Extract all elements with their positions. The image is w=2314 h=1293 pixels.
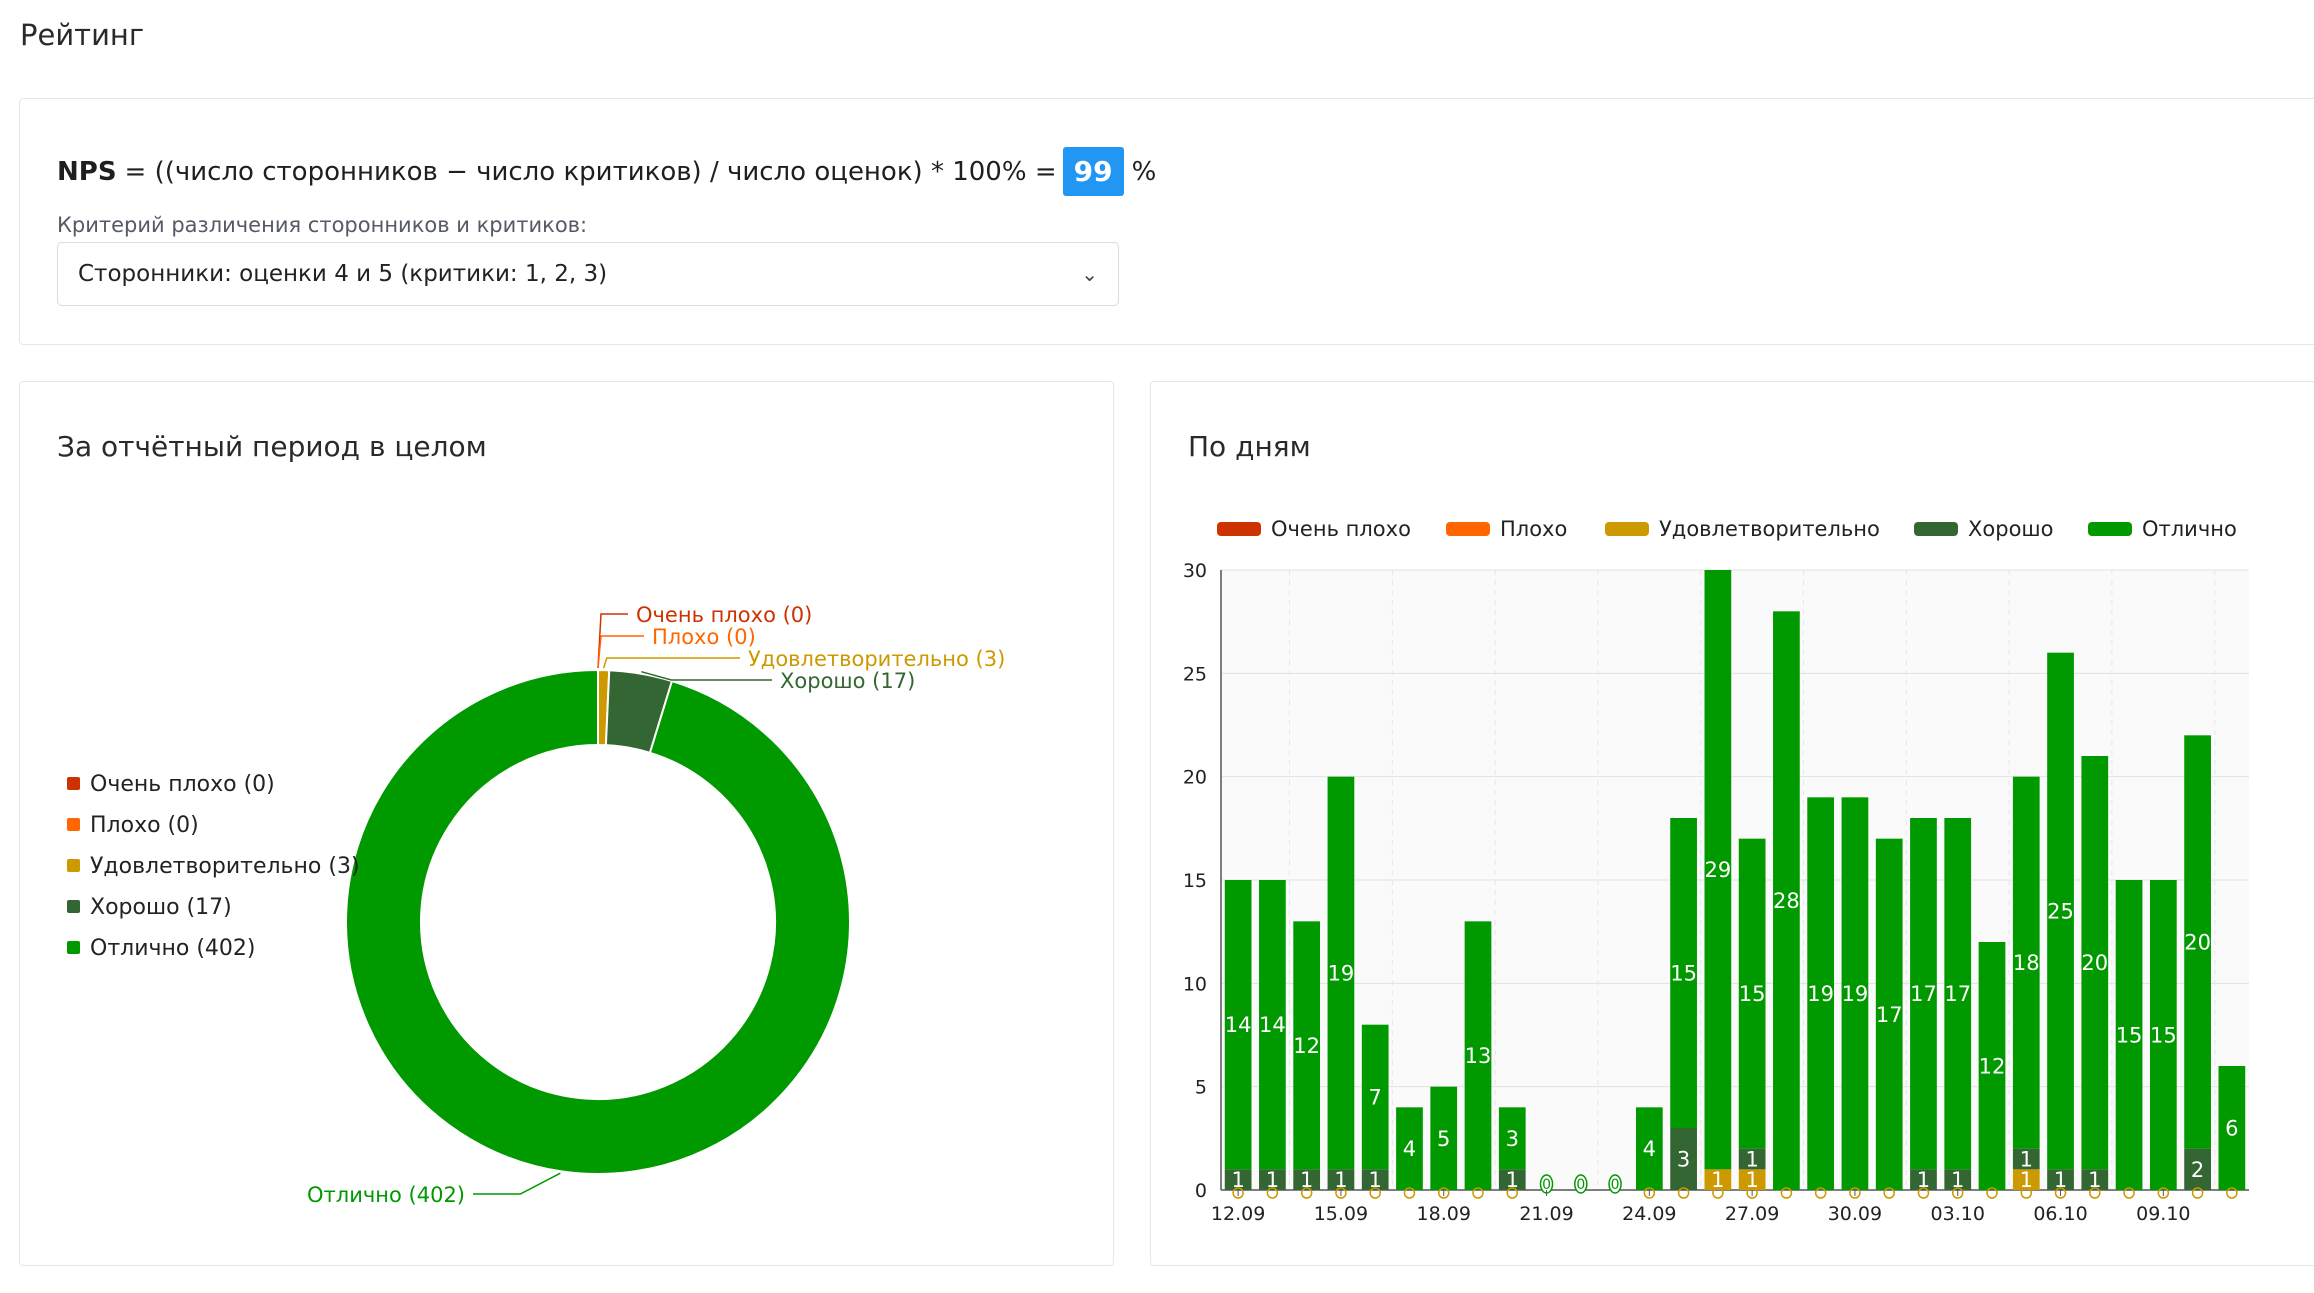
x-tick-label: 21.09 <box>1519 1203 1573 1225</box>
bar-value-label: 3 <box>1506 1127 1519 1151</box>
pie-callout-label: Хорошо (17) <box>780 669 915 693</box>
pie-slice-отлично[interactable] <box>345 668 851 1175</box>
criterion-label: Критерий различения сторонников и критик… <box>57 213 588 237</box>
bar-value-label: 5 <box>1437 1127 1450 1151</box>
legend-item-очень-плохо[interactable]: Очень плохо (0) <box>90 772 275 797</box>
chevron-down-icon: ⌄ <box>1081 262 1098 286</box>
y-tick-label: 25 <box>1183 663 1207 685</box>
bar-value-label: 6 <box>2225 1117 2238 1141</box>
pie-callout-label: Удовлетворительно (3) <box>748 647 1005 671</box>
legend-swatch <box>67 900 80 913</box>
legend-item-удовлетворительно[interactable]: Удовлетворительно (3) <box>90 854 360 879</box>
bar-value-label: 1 <box>1745 1148 1758 1172</box>
bar-value-label: 29 <box>1704 858 1731 882</box>
nps-formula-line: NPS = ((число сторонников − число критик… <box>57 147 1156 196</box>
criterion-select-value: Сторонники: оценки 4 и 5 (критики: 1, 2,… <box>78 261 608 287</box>
legend-swatch <box>67 859 80 872</box>
bar-value-label: 12 <box>1293 1034 1320 1058</box>
legend-item-отлично[interactable]: Отлично (402) <box>90 936 255 961</box>
bar-value-label: 13 <box>1465 1044 1492 1068</box>
bar-value-label: 17 <box>1876 1003 1903 1027</box>
bar-value-label: 15 <box>2116 1024 2143 1048</box>
legend-swatch <box>1605 522 1649 536</box>
nps-value-badge: 99 <box>1062 147 1124 196</box>
x-tick-label: 18.09 <box>1417 1203 1471 1225</box>
legend-swatch <box>2088 522 2132 536</box>
pie-callout-label: Плохо (0) <box>652 625 756 649</box>
pie-callout-label: Очень плохо (0) <box>636 603 812 627</box>
bar-value-label: 17 <box>1910 982 1937 1006</box>
legend-item-плохо[interactable]: Плохо <box>1500 517 1567 541</box>
bar-value-label: 12 <box>1979 1055 2006 1079</box>
bar-value-label: 2 <box>2191 1158 2204 1182</box>
donut-chart: Очень плохо (0)Плохо (0)Удовлетворительн… <box>67 603 1005 1207</box>
legend-swatch <box>67 777 80 790</box>
daily-card: По дням 0 5 10 15 20 25 30 1 14 1 14 1 12 1 19 1 7 4 5 13 1 3… <box>1150 381 2314 1266</box>
daily-stacked-bar-chart: 051015202530114114112119174 513130 0 04 3151… <box>1183 517 2249 1225</box>
legend-item-хорошо[interactable]: Хорошо <box>1968 517 2053 541</box>
nps-label: NPS <box>57 156 117 187</box>
bar-value-label: 25 <box>2047 900 2074 924</box>
bar-value-label: 15 <box>1670 962 1697 986</box>
legend-item-плохо[interactable]: Плохо (0) <box>90 813 199 838</box>
bar-value-label: 3 <box>1677 1148 1690 1172</box>
legend-swatch <box>67 818 80 831</box>
pie-callout-line <box>597 613 628 669</box>
y-tick-label: 30 <box>1183 560 1207 582</box>
x-tick-label: 06.10 <box>2033 1203 2087 1225</box>
zero-label: 0 <box>1611 1177 1620 1193</box>
bar-value-label: 14 <box>1259 1013 1286 1037</box>
legend-item-отлично[interactable]: Отлично <box>2142 517 2237 541</box>
x-tick-label: 09.10 <box>2136 1203 2190 1225</box>
criterion-select[interactable]: Сторонники: оценки 4 и 5 (критики: 1, 2,… <box>57 242 1119 306</box>
legend-swatch <box>1217 522 1261 536</box>
bar-value-label: 15 <box>1739 982 1766 1006</box>
pie-callout-label: Отлично (402) <box>307 1183 465 1207</box>
bar-value-label: 4 <box>1403 1137 1416 1161</box>
x-tick-label: 27.09 <box>1725 1203 1779 1225</box>
bar-value-label: 7 <box>1369 1086 1382 1110</box>
legend-swatch <box>1446 522 1490 536</box>
overall-period-card: За отчётный период в целом Очень плохо (… <box>19 381 1114 1266</box>
page-title: Рейтинг <box>20 18 145 52</box>
pie-callout-line <box>602 657 740 669</box>
y-tick-label: 10 <box>1183 973 1207 995</box>
y-tick-label: 20 <box>1183 767 1207 789</box>
pie-callout-line <box>473 1172 561 1195</box>
legend-item-удовлетворительно[interactable]: Удовлетворительно <box>1659 517 1880 541</box>
nps-formula: = ((число сторонников − число критиков) … <box>124 156 1057 187</box>
x-tick-label: 24.09 <box>1622 1203 1676 1225</box>
bar-value-label: 4 <box>1643 1137 1656 1161</box>
bar-value-label: 20 <box>2081 951 2108 975</box>
nps-unit: % <box>1131 156 1157 187</box>
legend-item-очень-плохо[interactable]: Очень плохо <box>1271 517 1411 541</box>
bar-value-label: 18 <box>2013 951 2040 975</box>
x-tick-label: 30.09 <box>1828 1203 1882 1225</box>
bar-value-label: 19 <box>1328 962 1355 986</box>
x-tick-label: 12.09 <box>1211 1203 1265 1225</box>
bar-value-label: 17 <box>1944 982 1971 1006</box>
bar-value-label: 1 <box>2020 1148 2033 1172</box>
y-tick-label: 15 <box>1183 870 1207 892</box>
y-tick-label: 5 <box>1195 1077 1207 1099</box>
zero-label: 0 <box>1576 1177 1585 1193</box>
legend-item-хорошо[interactable]: Хорошо (17) <box>90 895 232 920</box>
bar-value-label: 19 <box>1842 982 1869 1006</box>
nps-card: NPS = ((число сторонников − число критик… <box>19 98 2314 345</box>
bar-value-label: 28 <box>1773 889 1800 913</box>
x-tick-label: 03.10 <box>1931 1203 1985 1225</box>
x-tick-label: 15.09 <box>1314 1203 1368 1225</box>
bar-value-label: 14 <box>1225 1013 1252 1037</box>
bar-value-label: 20 <box>2184 931 2211 955</box>
bar-value-label: 15 <box>2150 1024 2177 1048</box>
y-tick-label: 0 <box>1195 1180 1207 1202</box>
legend-swatch <box>67 941 80 954</box>
bar-value-label: 19 <box>1807 982 1834 1006</box>
legend-swatch <box>1914 522 1958 536</box>
